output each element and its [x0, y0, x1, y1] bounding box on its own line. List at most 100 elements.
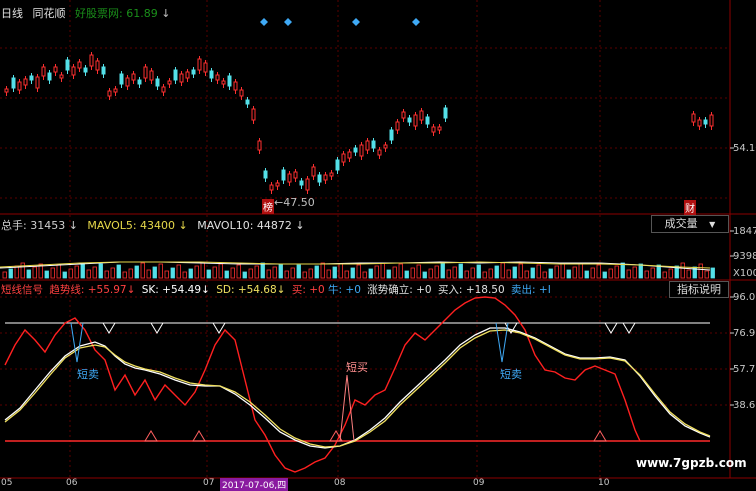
volume-bar [104, 270, 109, 279]
short-buy-tag: 短买 [346, 361, 368, 374]
volume-bar [182, 271, 187, 279]
candle [119, 73, 124, 85]
candle [77, 61, 82, 69]
volume-bar [530, 267, 535, 279]
mavol5-label: MAVOL5: 43400 [87, 219, 176, 232]
ticker-arrow-icon: ↓ [161, 7, 171, 20]
candle [137, 79, 142, 85]
volume-bar [68, 268, 73, 279]
candle [413, 114, 418, 127]
volume-bar [98, 263, 103, 279]
volume-bar [392, 266, 397, 279]
volume-bar [176, 264, 181, 279]
volume-bar [272, 266, 277, 279]
candle [709, 114, 714, 127]
volume-bar [572, 266, 577, 279]
sk-line [4, 327, 711, 449]
volume-bar [518, 263, 523, 279]
volume-bar [212, 266, 217, 279]
volume-bar [500, 262, 505, 279]
volume-bar [338, 263, 343, 279]
volume-bar [452, 266, 457, 279]
volume-bar [332, 266, 337, 279]
volume-bar [476, 264, 481, 279]
candle [431, 126, 436, 133]
volume-bar [20, 262, 25, 279]
candle [203, 62, 208, 73]
indicator-axis-2: 76.9 [733, 328, 756, 339]
candle [419, 110, 424, 121]
sell-down-triangles [102, 322, 636, 334]
volume-bar [164, 270, 169, 279]
candle [215, 74, 220, 81]
chart-canvas [0, 0, 756, 479]
volume-bar [32, 266, 37, 279]
trend-arrow-icon: ↓ [126, 284, 136, 296]
candle [263, 170, 268, 179]
volume-axis-top: 1847 [733, 226, 756, 237]
candle [311, 166, 316, 177]
volume-bar [554, 265, 559, 279]
period-label[interactable]: 日线 [1, 7, 23, 20]
volume-bar [662, 271, 667, 279]
volume-bar [386, 269, 391, 279]
candle [691, 113, 696, 123]
volume-bar [206, 269, 211, 279]
volume-bar [614, 265, 619, 279]
volume-bar [398, 263, 403, 279]
sell-out-value: 卖出: +I [511, 284, 551, 296]
volume-bar [608, 268, 613, 279]
indicator-axis-3: 57.7 [733, 364, 756, 375]
candle [101, 66, 106, 75]
low-badge[interactable]: 榜 [262, 199, 274, 214]
candle [143, 66, 148, 79]
volume-bar [362, 271, 367, 279]
indicator-name[interactable]: 短线信号 [1, 284, 43, 296]
candle [209, 70, 214, 79]
volume-bar [434, 265, 439, 279]
candle [251, 108, 256, 121]
candle [65, 59, 70, 71]
volume-bar [296, 264, 301, 279]
candle [41, 66, 46, 77]
volume-bar [668, 268, 673, 279]
volume-bar [644, 270, 649, 279]
volume-bar [698, 263, 703, 279]
indicator-explain-button[interactable]: 指标说明 [669, 281, 729, 298]
volume-bar [506, 269, 511, 279]
candle [245, 99, 250, 105]
volume-bar [140, 262, 145, 279]
volume-bar [494, 265, 499, 279]
candle [47, 72, 52, 81]
finance-badge[interactable]: 财 [684, 200, 696, 215]
candle [179, 73, 184, 83]
price-header: 日线 同花顺 好股票网: 61.89 ↓ [1, 5, 170, 21]
volume-bar [218, 263, 223, 279]
volume-bar [116, 264, 121, 279]
sk-arrow-icon: ↓ [201, 284, 210, 296]
chevron-down-icon: ▼ [709, 220, 716, 229]
candle [227, 75, 232, 87]
candle [29, 75, 34, 81]
candle [155, 78, 160, 87]
volume-bar [122, 271, 127, 279]
volume-bar [584, 270, 589, 279]
candle [359, 144, 364, 157]
candle [149, 70, 154, 81]
volume-bar [266, 269, 271, 279]
candle [89, 54, 94, 67]
candle [11, 77, 16, 89]
candle [107, 90, 112, 97]
event-diamonds[interactable] [260, 18, 420, 26]
volume-bar [428, 268, 433, 279]
candle [131, 73, 136, 81]
volume-bar [158, 263, 163, 279]
volume-bar [152, 266, 157, 279]
volume-dropdown[interactable]: 成交量 ▼ [651, 215, 729, 233]
volume-bar [440, 262, 445, 279]
volume-bar [680, 262, 685, 279]
volume-bar [110, 267, 115, 279]
indicator-axis-1: 96.0 [733, 292, 756, 303]
short-sell-tag-1: 短卖 [77, 368, 99, 381]
candle [341, 153, 346, 163]
